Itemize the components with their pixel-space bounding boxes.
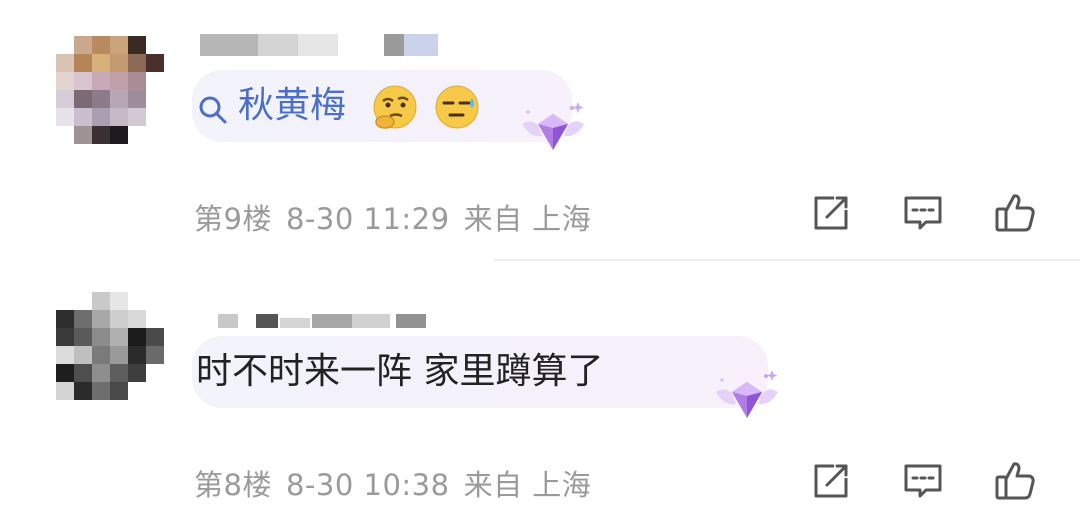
- avatar-pixel: [128, 310, 146, 328]
- search-link-text[interactable]: 秋黄梅: [238, 70, 346, 142]
- avatar-pixel: [128, 364, 146, 382]
- avatar-pixel: [74, 310, 92, 328]
- avatar-pixel: [74, 36, 92, 54]
- avatar-pixel: [110, 72, 128, 90]
- avatar-pixel: [110, 126, 128, 144]
- avatar-pixel: [92, 328, 110, 346]
- comment-icon[interactable]: [900, 458, 946, 504]
- avatar-pixel: [146, 36, 164, 54]
- comment-meta: 第9楼 8-30 11:29 来自 上海: [194, 196, 605, 238]
- avatar-pixel: [56, 292, 74, 310]
- avatar-pixel: [110, 328, 128, 346]
- avatar-pixel: [56, 382, 74, 400]
- avatar-pixel: [110, 54, 128, 72]
- comment-icon[interactable]: [900, 190, 946, 236]
- avatar-pixel: [74, 90, 92, 108]
- avatar-pixel: [128, 90, 146, 108]
- avatar-pixel: [92, 90, 110, 108]
- comment-item: 时不时来一阵 家里蹲算了 第8楼 8-30 10:38 来自 上海: [0, 262, 1080, 524]
- share-icon[interactable]: [808, 190, 854, 236]
- like-icon[interactable]: [992, 458, 1038, 504]
- avatar-pixel: [56, 328, 74, 346]
- avatar-pixel: [74, 72, 92, 90]
- avatar-pixel: [110, 346, 128, 364]
- avatar-pixel: [56, 108, 74, 126]
- avatar-pixel: [56, 72, 74, 90]
- avatar-pixel: [74, 364, 92, 382]
- comment-bubble: 秋黄梅: [192, 70, 572, 142]
- avatar-pixel: [92, 364, 110, 382]
- avatar-pixel: [146, 292, 164, 310]
- avatar-pixel: [128, 346, 146, 364]
- avatar-pixel: [110, 36, 128, 54]
- avatar-pixel: [128, 54, 146, 72]
- avatar-pixel: [128, 292, 146, 310]
- comment-date: 8-30 11:29: [285, 202, 450, 236]
- share-icon[interactable]: [808, 458, 854, 504]
- avatar-pixel: [92, 310, 110, 328]
- avatar-pixel: [110, 364, 128, 382]
- avatar-pixel: [74, 346, 92, 364]
- avatar-pixel: [146, 108, 164, 126]
- avatar-pixel: [74, 382, 92, 400]
- avatar-pixel: [92, 72, 110, 90]
- avatar-pixel: [74, 292, 92, 310]
- avatar-pixel: [56, 364, 74, 382]
- avatar-pixel: [92, 54, 110, 72]
- comment-location: 来自 上海: [463, 468, 592, 502]
- floor-number: 第9楼: [194, 202, 272, 236]
- avatar-pixel: [128, 382, 146, 400]
- avatar-pixel: [74, 108, 92, 126]
- avatar-pixel: [110, 292, 128, 310]
- avatar-pixel: [92, 292, 110, 310]
- avatar-pixel: [146, 310, 164, 328]
- avatar-pixel: [92, 126, 110, 144]
- avatar-pixel: [146, 364, 164, 382]
- search-icon: [199, 96, 227, 124]
- avatar-pixel: [128, 328, 146, 346]
- like-icon[interactable]: [992, 190, 1038, 236]
- avatar[interactable]: [56, 292, 164, 400]
- thinking-face-emoji: [373, 85, 417, 129]
- avatar-pixel: [146, 54, 164, 72]
- avatar-pixel: [56, 36, 74, 54]
- avatar-pixel: [146, 346, 164, 364]
- floor-number: 第8楼: [194, 468, 272, 502]
- avatar-pixel: [128, 36, 146, 54]
- avatar-pixel: [92, 36, 110, 54]
- avatar-pixel: [110, 108, 128, 126]
- avatar-pixel: [74, 328, 92, 346]
- avatar-pixel: [56, 90, 74, 108]
- comment-bubble: 时不时来一阵 家里蹲算了: [192, 336, 768, 408]
- avatar-pixel: [110, 382, 128, 400]
- vip-diamond-badge-icon: [716, 370, 778, 418]
- avatar-pixel: [146, 90, 164, 108]
- avatar-pixel: [110, 90, 128, 108]
- comment-meta: 第8楼 8-30 10:38 来自 上海: [194, 462, 605, 504]
- vip-diamond-badge-icon: [522, 102, 584, 150]
- avatar-pixel: [56, 310, 74, 328]
- avatar-pixel: [128, 72, 146, 90]
- avatar-pixel: [146, 72, 164, 90]
- comment-text: 时不时来一阵 家里蹲算了: [196, 351, 604, 392]
- comment-location: 来自 上海: [463, 202, 592, 236]
- divider: [494, 259, 1080, 261]
- avatar-pixel: [128, 126, 146, 144]
- avatar-pixel: [92, 108, 110, 126]
- avatar-pixel: [56, 346, 74, 364]
- comment-date: 8-30 10:38: [285, 468, 450, 502]
- sweat-face-emoji: [435, 85, 479, 129]
- avatar[interactable]: [56, 36, 164, 144]
- avatar-pixel: [92, 346, 110, 364]
- avatar-pixel: [74, 126, 92, 144]
- avatar-pixel: [56, 54, 74, 72]
- avatar-pixel: [146, 126, 164, 144]
- avatar-pixel: [74, 54, 92, 72]
- avatar-pixel: [146, 328, 164, 346]
- avatar-pixel: [56, 126, 74, 144]
- avatar-pixel: [128, 108, 146, 126]
- avatar-pixel: [110, 310, 128, 328]
- avatar-pixel: [92, 382, 110, 400]
- avatar-pixel: [146, 382, 164, 400]
